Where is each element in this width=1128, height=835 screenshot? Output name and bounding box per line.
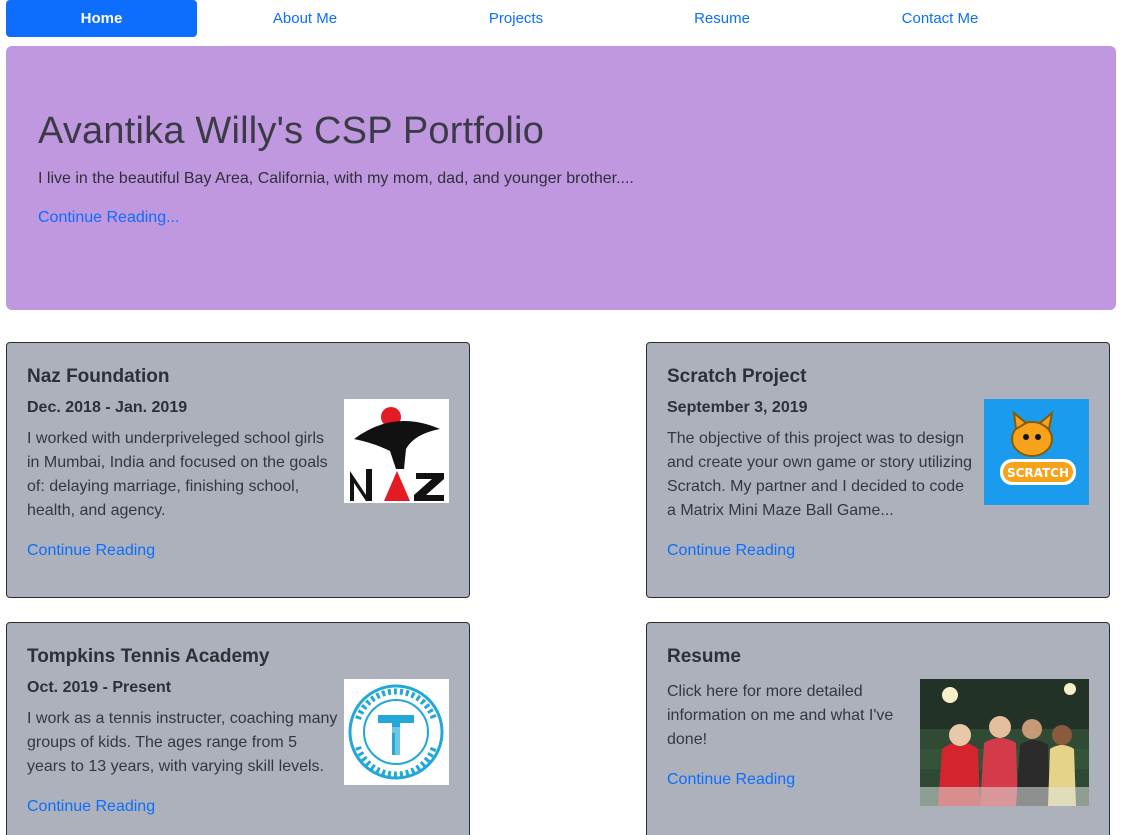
card-date: Oct. 2019 - Present: [27, 679, 172, 696]
naz-logo-image: [344, 399, 449, 503]
nav-contact-me[interactable]: Contact Me: [870, 0, 1010, 37]
hero-continue-reading-link[interactable]: Continue Reading...: [38, 209, 179, 227]
card-resume: Resume Click here for more detailed info…: [646, 622, 1110, 835]
card-title: Scratch Project: [667, 366, 807, 387]
card-description: I worked with underpriveleged school gir…: [27, 430, 328, 519]
hero-banner: Avantika Willy's CSP Portfolio I live in…: [6, 46, 1116, 310]
scratch-logo-image: SCRATCH: [984, 399, 1089, 505]
card-scratch-project: Scratch Project September 3, 2019 The ob…: [646, 342, 1110, 598]
card-continue-reading-link[interactable]: Continue Reading: [667, 771, 795, 789]
card-tompkins-tennis: Tompkins Tennis Academy Oct. 2019 - Pres…: [6, 622, 470, 835]
nav-projects[interactable]: Projects: [446, 0, 586, 37]
card-continue-reading-link[interactable]: Continue Reading: [27, 542, 155, 560]
card-title: Resume: [667, 646, 741, 667]
nav-home[interactable]: Home: [6, 0, 197, 37]
card-title: Naz Foundation: [27, 366, 170, 387]
card-date: Dec. 2018 - Jan. 2019: [27, 399, 188, 416]
tompkins-tennis-logo-image: [344, 679, 449, 785]
card-naz-foundation: Naz Foundation Dec. 2018 - Jan. 2019 I w…: [6, 342, 470, 598]
card-date: September 3, 2019: [667, 399, 808, 416]
page-title: Avantika Willy's CSP Portfolio: [38, 110, 545, 152]
top-nav: Home About Me Projects Resume Contact Me: [6, 0, 1116, 37]
card-title: Tompkins Tennis Academy: [27, 646, 270, 667]
hero-lead-text: I live in the beautiful Bay Area, Califo…: [38, 170, 634, 187]
card-continue-reading-link[interactable]: Continue Reading: [667, 542, 795, 560]
card-continue-reading-link[interactable]: Continue Reading: [27, 798, 155, 816]
nav-resume[interactable]: Resume: [657, 0, 787, 37]
nav-about-me[interactable]: About Me: [230, 0, 380, 37]
card-description: Click here for more detailed information…: [667, 683, 894, 748]
card-description: The objective of this project was to des…: [667, 430, 973, 519]
svg-text:SCRATCH: SCRATCH: [1007, 466, 1069, 480]
tennis-team-photo: [920, 679, 1089, 806]
card-description: I work as a tennis instructer, coaching …: [27, 710, 338, 775]
